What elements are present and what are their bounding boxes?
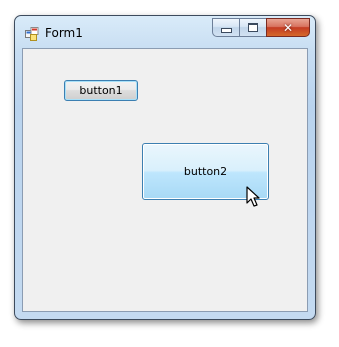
minimize-icon <box>220 28 232 33</box>
app-icon <box>25 27 39 41</box>
form-client-area: button1 button2 <box>22 48 308 312</box>
arrow-cursor-icon <box>246 186 260 207</box>
minimize-button[interactable] <box>212 18 239 37</box>
maximize-button[interactable] <box>239 18 266 37</box>
caption-buttons: ✕ <box>212 18 310 37</box>
close-icon: ✕ <box>282 20 294 35</box>
window-title: Form1 <box>45 26 83 40</box>
form1-window: Form1 ✕ button1 button2 <box>14 15 316 320</box>
button1[interactable]: button1 <box>64 80 138 101</box>
close-button[interactable]: ✕ <box>266 18 310 37</box>
title-bar[interactable]: Form1 ✕ <box>15 16 315 48</box>
maximize-icon <box>248 23 258 32</box>
